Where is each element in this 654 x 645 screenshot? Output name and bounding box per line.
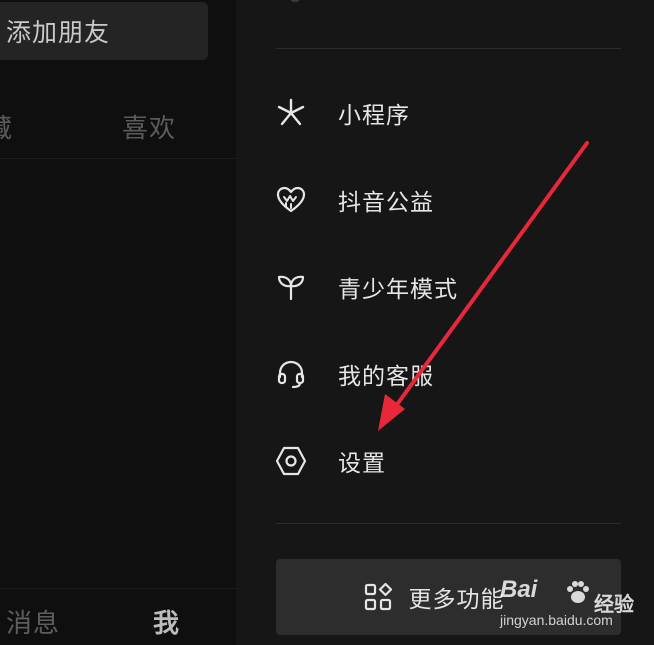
profile-page-dimmed: 添加朋友 藏 喜欢 消息 我 — [0, 0, 236, 645]
more-features-button[interactable]: 更多功能 — [276, 559, 621, 635]
screen: 添加朋友 藏 喜欢 消息 我 — [0, 0, 654, 645]
mini-program-icon — [274, 96, 308, 130]
tab-divider — [0, 158, 236, 159]
drawer-top-stub — [290, 0, 300, 2]
menu-item-charity[interactable]: 抖音公益 — [274, 173, 604, 227]
more-features-label: 更多功能 — [408, 587, 505, 613]
hexagon-settings-icon — [274, 444, 308, 478]
menu-item-mini-program[interactable]: 小程序 — [274, 86, 604, 140]
menu-label: 抖音公益 — [338, 190, 434, 216]
add-friend-label: 添加朋友 — [6, 18, 111, 47]
menu-label: 小程序 — [338, 103, 410, 129]
grid-apps-icon — [363, 582, 393, 612]
nav-messages[interactable]: 消息 — [6, 603, 60, 640]
tab-favorites[interactable]: 藏 — [0, 108, 13, 145]
menu-label: 我的客服 — [338, 364, 434, 390]
menu-item-settings[interactable]: 设置 — [274, 434, 604, 488]
headset-icon — [274, 357, 308, 391]
menu-label: 青少年模式 — [338, 277, 458, 303]
divider — [276, 48, 621, 49]
side-drawer: 小程序 抖音公益 青少年模式 我的客服 设置 更多功能 — [236, 0, 654, 645]
divider — [276, 523, 621, 524]
nav-me[interactable]: 我 — [153, 603, 180, 640]
sprout-icon — [274, 270, 308, 304]
add-friend-button[interactable]: 添加朋友 — [0, 2, 208, 60]
bottom-nav: 消息 我 — [0, 588, 236, 645]
tab-likes[interactable]: 喜欢 — [122, 108, 176, 145]
menu-item-teen-mode[interactable]: 青少年模式 — [274, 260, 604, 314]
menu-item-customer-service[interactable]: 我的客服 — [274, 347, 604, 401]
charity-heart-icon — [274, 183, 308, 217]
menu-label: 设置 — [338, 451, 386, 477]
